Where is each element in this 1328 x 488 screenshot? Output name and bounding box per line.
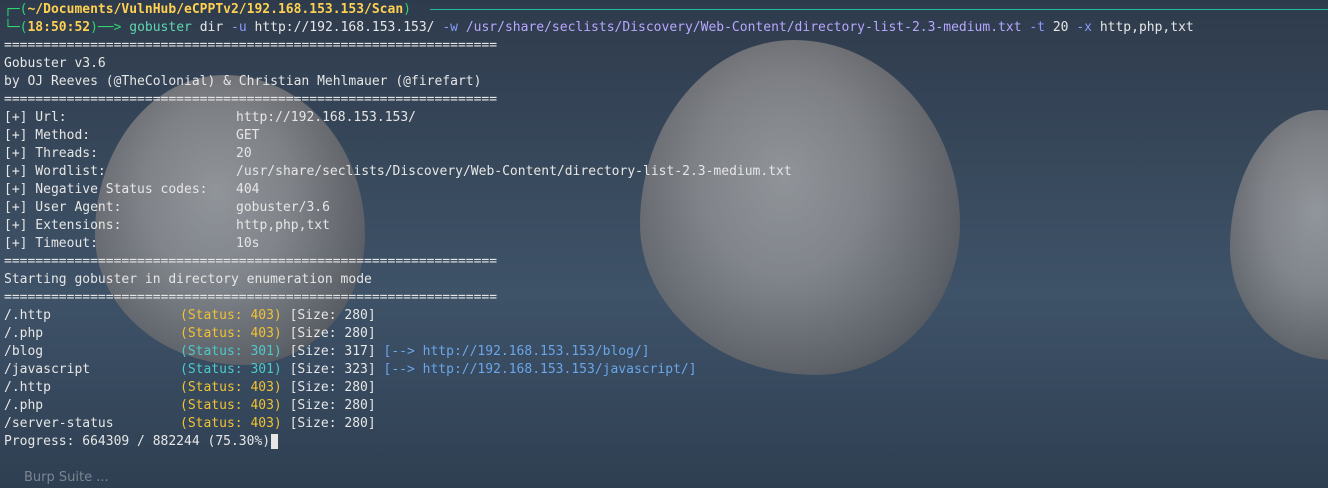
banner-name: Gobuster v3.6: [4, 56, 106, 71]
config-key: [+] Timeout:: [4, 236, 98, 251]
result-status: (Status: 403): [180, 308, 282, 323]
result-path: /.php: [4, 398, 44, 413]
config-value: 10s: [236, 236, 260, 251]
command-line: └─(18:50:52)──> gobuster dir -u http://1…: [4, 20, 1194, 35]
result-path: /.http: [4, 308, 51, 323]
progress-line: Progress: 664309 / 882244 (75.30%): [4, 433, 279, 451]
config-row: [+] Url: http://192.168.153.153/: [4, 109, 416, 127]
result-row: /.http (Status: 403) [Size: 280]: [4, 379, 376, 397]
cmd-flag-w: -w: [442, 20, 458, 35]
config-key: [+] Method:: [4, 128, 91, 143]
cmd-flag-x: -x: [1076, 20, 1092, 35]
start-message: Starting gobuster in directory enumerati…: [4, 272, 372, 287]
result-size: [Size: 280]: [289, 380, 376, 395]
config-key: [+] Wordlist:: [4, 164, 106, 179]
result-status: (Status: 301): [180, 344, 282, 359]
result-size: [Size: 317]: [289, 344, 376, 359]
config-value: 20: [236, 146, 252, 161]
config-key: [+] Negative Status codes:: [4, 182, 208, 197]
result-path: /javascript: [4, 362, 91, 377]
prompt-path: ~/Documents/VulnHub/eCPPTv2/192.168.153.…: [27, 2, 404, 17]
config-value: http,php,txt: [236, 218, 330, 233]
config-row: [+] User Agent: gobuster/3.6: [4, 199, 330, 217]
result-status: (Status: 403): [180, 380, 282, 395]
config-value: 404: [236, 182, 260, 197]
result-size: [Size: 280]: [289, 308, 376, 323]
prompt-time: 18:50:52: [27, 20, 91, 35]
result-path: /blog: [4, 344, 44, 359]
config-row: [+] Wordlist: /usr/share/seclists/Discove…: [4, 163, 792, 181]
config-row: [+] Negative Status codes: 404: [4, 181, 259, 199]
result-redirect-link[interactable]: [--> http://192.168.153.153/javascript/]: [384, 362, 697, 377]
result-row: /blog (Status: 301) [Size: 317] [--> http…: [4, 343, 650, 361]
cmd-flag-t: -t: [1029, 20, 1046, 35]
result-status: (Status: 403): [180, 326, 282, 341]
result-row: /.http (Status: 403) [Size: 280]: [4, 307, 376, 325]
cmd-flag-u: -u: [231, 20, 247, 35]
config-row: [+] Timeout: 10s: [4, 235, 259, 253]
terminal-cursor: [271, 434, 279, 449]
config-value: http://192.168.153.153/: [236, 110, 417, 125]
result-redirect-link[interactable]: [--> http://192.168.153.153/blog/]: [384, 344, 650, 359]
result-size: [Size: 323]: [289, 362, 376, 377]
config-value: gobuster/3.6: [236, 200, 330, 215]
result-path: /.php: [4, 326, 44, 341]
result-size: [Size: 280]: [289, 398, 376, 413]
result-path: /.http: [4, 380, 51, 395]
config-row: [+] Method: GET: [4, 127, 259, 145]
cmd-subcommand: dir: [199, 20, 224, 35]
cmd-wordlist: /usr/share/seclists/Discovery/Web-Conten…: [465, 20, 1022, 35]
config-key: [+] User Agent:: [4, 200, 122, 215]
rule-line: ========================================…: [4, 254, 498, 269]
rule-line: ========================================…: [4, 92, 498, 107]
result-size: [Size: 280]: [289, 326, 376, 341]
prompt-path-line: ┌─(~/Documents/VulnHub/eCPPTv2/192.168.1…: [4, 2, 411, 17]
result-row: /.php (Status: 403) [Size: 280]: [4, 325, 376, 343]
config-row: [+] Threads: 20: [4, 145, 252, 163]
result-size: [Size: 280]: [289, 416, 376, 431]
cmd-ext: http,php,txt: [1099, 20, 1194, 35]
result-row: /server-status (Status: 403) [Size: 280]: [4, 415, 376, 433]
config-key: [+] Threads:: [4, 146, 98, 161]
result-status: (Status: 403): [180, 416, 282, 431]
cmd-url: http://192.168.153.153/: [254, 20, 435, 35]
rule-line: ========================================…: [4, 290, 498, 305]
cmd-threads: 20: [1052, 20, 1069, 35]
config-value: GET: [236, 128, 260, 143]
terminal-window[interactable]: ┌─(~/Documents/VulnHub/eCPPTv2/192.168.1…: [0, 0, 1328, 488]
config-key: [+] Extensions:: [4, 218, 122, 233]
result-status: (Status: 403): [180, 398, 282, 413]
config-row: [+] Extensions: http,php,txt: [4, 217, 330, 235]
rule-line: ========================================…: [4, 38, 498, 53]
result-status: (Status: 301): [180, 362, 282, 377]
config-value: /usr/share/seclists/Discovery/Web-Conten…: [236, 164, 792, 179]
prompt-rule: [430, 9, 1328, 10]
progress-text: Progress: 664309 / 882244 (75.30%): [4, 434, 271, 449]
result-path: /server-status: [4, 416, 114, 431]
config-key: [+] Url:: [4, 110, 67, 125]
cmd-gobuster: gobuster: [129, 20, 192, 35]
result-row: /.php (Status: 403) [Size: 280]: [4, 397, 376, 415]
banner-credits: by OJ Reeves (@TheColonial) & Christian …: [4, 74, 482, 89]
result-row: /javascript (Status: 301) [Size: 323] [--…: [4, 361, 697, 379]
